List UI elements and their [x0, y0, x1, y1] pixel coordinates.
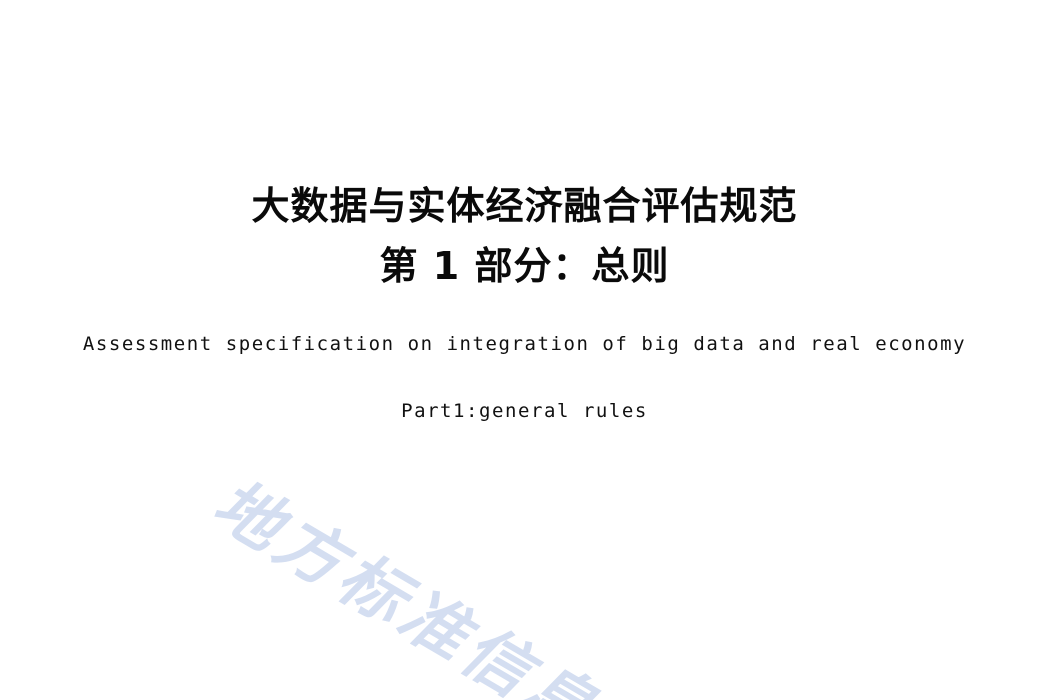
- page-content: 大数据与实体经济融合评估规范 第 1 部分：总则 Assessment spec…: [0, 0, 1049, 700]
- standard-cover-page: 地方标准信息服务 大数据与实体经济融合评估规范 第 1 部分：总则 Assess…: [0, 0, 1049, 700]
- document-title-block: 大数据与实体经济融合评估规范 第 1 部分：总则: [0, 176, 1049, 296]
- document-subtitle-block: Assessment specification on integration …: [0, 327, 1049, 428]
- document-title-line-1: 大数据与实体经济融合评估规范: [251, 184, 798, 228]
- document-subtitle-english-line-1: Assessment specification on integration …: [82, 333, 967, 355]
- document-title-line-2: 第 1 部分：总则: [379, 244, 670, 288]
- document-subtitle-english-line-2: Part1:general rules: [401, 400, 648, 422]
